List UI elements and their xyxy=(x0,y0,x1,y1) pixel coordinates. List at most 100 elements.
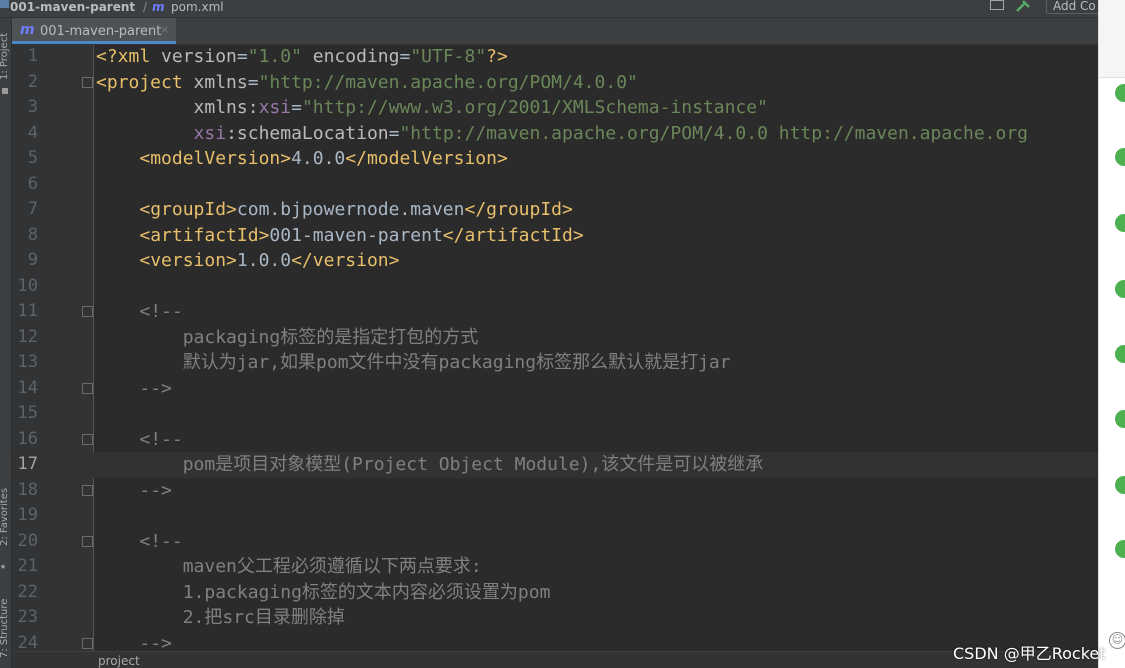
code-line[interactable]: 10 xyxy=(12,274,1098,300)
code-line[interactable]: 16 <!-- xyxy=(12,427,1098,453)
line-number: 12 xyxy=(17,326,38,347)
line-number: 10 xyxy=(17,275,38,296)
line-number: 5 xyxy=(27,148,38,168)
fold-marker-icon[interactable] xyxy=(82,535,93,547)
code-line[interactable]: 5 <modelVersion>4.0.0</modelVersion> xyxy=(12,146,1098,172)
line-number: 22 xyxy=(17,581,38,602)
favorites-tool-window-button[interactable]: 2: Favorites xyxy=(0,488,10,546)
code-line[interactable]: 1 <?xml version="1.0" encoding="UTF-8"?> xyxy=(12,45,1098,70)
line-number: 7 xyxy=(27,199,38,219)
code-text: --> xyxy=(139,479,172,501)
fold-marker-icon[interactable] xyxy=(82,433,93,445)
green-status-icon xyxy=(1115,540,1125,558)
code-text: <artifactId>001-maven-parent</artifactId… xyxy=(139,224,584,246)
fold-marker-icon[interactable] xyxy=(82,484,93,496)
folder-icon xyxy=(0,0,9,8)
green-status-icon xyxy=(1115,148,1125,166)
code-line[interactable]: 23 2.把src目录删除掉 xyxy=(12,605,1098,631)
fold-marker-icon[interactable] xyxy=(82,382,93,394)
close-icon[interactable]: × xyxy=(160,23,169,36)
code-line[interactable]: 15 xyxy=(12,401,1098,427)
line-number: 18 xyxy=(17,479,38,500)
code-line[interactable]: 12 packaging标签的是指定打包的方式 xyxy=(12,325,1098,351)
line-number: 13 xyxy=(17,352,38,372)
code-line[interactable]: 13 默认为jar,如果pom文件中没有packaging标签那么默认就是打ja… xyxy=(12,350,1098,376)
maven-file-icon: m xyxy=(152,0,165,14)
code-text: <?xml version="1.0" encoding="UTF-8"?> xyxy=(96,46,508,67)
code-text: packaging标签的是指定打包的方式 xyxy=(182,326,479,348)
code-line[interactable]: 24 --> xyxy=(12,631,1098,652)
code-text: maven父工程必须遵循以下两点要求: xyxy=(182,556,482,577)
code-line[interactable]: 18 --> xyxy=(12,478,1098,504)
code-text: 2.把src目录删除掉 xyxy=(182,607,345,628)
build-hammer-icon[interactable] xyxy=(1015,0,1033,12)
code-text: <modelVersion>4.0.0</modelVersion> xyxy=(139,148,508,169)
line-number: 17 xyxy=(17,454,38,474)
code-line[interactable]: 4 xsi:schemaLocation="http://maven.apach… xyxy=(12,121,1098,147)
right-panel-header xyxy=(1099,0,1125,78)
line-number: 9 xyxy=(27,250,38,270)
code-text: 默认为jar,如果pom文件中没有packaging标签那么默认就是打jar xyxy=(182,352,731,373)
code-text: <groupId>com.bjpowernode.maven</groupId> xyxy=(139,199,573,220)
code-editor[interactable]: 1 <?xml version="1.0" encoding="UTF-8"?> 2… xyxy=(12,45,1098,651)
code-line[interactable]: 20 <!-- xyxy=(12,529,1098,555)
line-number: 19 xyxy=(17,505,38,525)
code-line[interactable]: 14 --> xyxy=(12,376,1098,402)
code-line[interactable]: 17 pom是项目对象模型(Project Object Module),该文件… xyxy=(12,452,1098,478)
smiley-icon[interactable]: ☺ xyxy=(1109,632,1125,649)
watermark: CSDN @甲乙Rocket xyxy=(953,644,1106,663)
code-text: <version>1.0.0</version> xyxy=(139,250,400,271)
add-configuration-button[interactable]: Add Co xyxy=(1046,0,1106,14)
editor-tab-bar: m 001-maven-parent × xyxy=(12,18,1098,45)
green-status-icon xyxy=(1115,476,1125,494)
code-line[interactable]: 9 <version>1.0.0</version> xyxy=(12,248,1098,274)
green-status-icon xyxy=(1115,345,1125,363)
code-line[interactable]: 7 <groupId>com.bjpowernode.maven</groupI… xyxy=(12,197,1098,223)
breadcrumb-separator: / xyxy=(143,0,148,14)
structure-tool-window-button[interactable]: 7: Structure xyxy=(0,599,10,658)
editor-tab[interactable]: m 001-maven-parent × xyxy=(12,18,176,44)
code-line[interactable]: 21 maven父工程必须遵循以下两点要求: xyxy=(12,554,1098,580)
code-text: 1.packaging标签的文本内容必须设置为pom xyxy=(182,581,551,603)
line-number: 1 xyxy=(27,46,38,66)
green-status-icon xyxy=(1115,280,1125,298)
code-text: <!-- xyxy=(139,301,183,322)
code-line[interactable]: 8 <artifactId>001-maven-parent</artifact… xyxy=(12,223,1098,249)
fold-marker-icon[interactable] xyxy=(82,306,93,317)
breadcrumb-file[interactable]: pom.xml xyxy=(171,0,224,14)
green-status-icon xyxy=(1115,214,1125,232)
code-line[interactable]: 6 xyxy=(12,172,1098,198)
fold-marker-icon[interactable] xyxy=(82,76,93,88)
star-icon: ★ xyxy=(0,561,7,572)
code-text: --> xyxy=(139,377,172,399)
project-icon xyxy=(2,88,8,94)
line-number: 2 xyxy=(27,71,38,92)
navigation-bar: 001-maven-parent / m pom.xml Add Co xyxy=(0,0,1106,18)
fold-marker-icon[interactable] xyxy=(82,637,93,649)
green-status-icon xyxy=(1115,84,1125,102)
project-tool-window-button[interactable]: 1: Project xyxy=(0,33,10,80)
line-number: 4 xyxy=(27,122,38,143)
code-line[interactable]: 11 <!-- xyxy=(12,299,1098,325)
line-number: 8 xyxy=(27,224,38,245)
code-text: xsi:schemaLocation="http://maven.apache.… xyxy=(193,122,1029,144)
code-text: <project xmlns="http://maven.apache.org/… xyxy=(96,71,638,93)
code-text: pom是项目对象模型(Project Object Module),该文件是可以… xyxy=(182,454,764,475)
line-number: 20 xyxy=(17,530,38,551)
line-number: 11 xyxy=(17,301,38,321)
maven-file-icon: m xyxy=(20,22,35,38)
code-line[interactable]: 3 xmlns:xsi="http://www.w3.org/2001/XMLS… xyxy=(12,95,1098,121)
line-number: 15 xyxy=(17,403,38,423)
breadcrumb-project[interactable]: 001-maven-parent xyxy=(10,0,135,14)
code-text: <!-- xyxy=(139,428,183,450)
code-line[interactable]: 22 1.packaging标签的文本内容必须设置为pom xyxy=(12,580,1098,606)
line-number: 14 xyxy=(17,377,38,398)
code-line[interactable]: 19 xyxy=(12,503,1098,529)
xml-breadcrumb-project[interactable]: project xyxy=(98,654,140,668)
tab-label: 001-maven-parent xyxy=(40,24,162,39)
line-number: 24 xyxy=(17,632,38,652)
code-line[interactable]: 2 <project xmlns="http://maven.apache.org… xyxy=(12,70,1098,96)
code-text: xmlns:xsi="http://www.w3.org/2001/XMLSch… xyxy=(193,97,768,118)
run-config-icon[interactable] xyxy=(990,0,1004,10)
right-side-panel: ☺ xyxy=(1098,0,1125,668)
